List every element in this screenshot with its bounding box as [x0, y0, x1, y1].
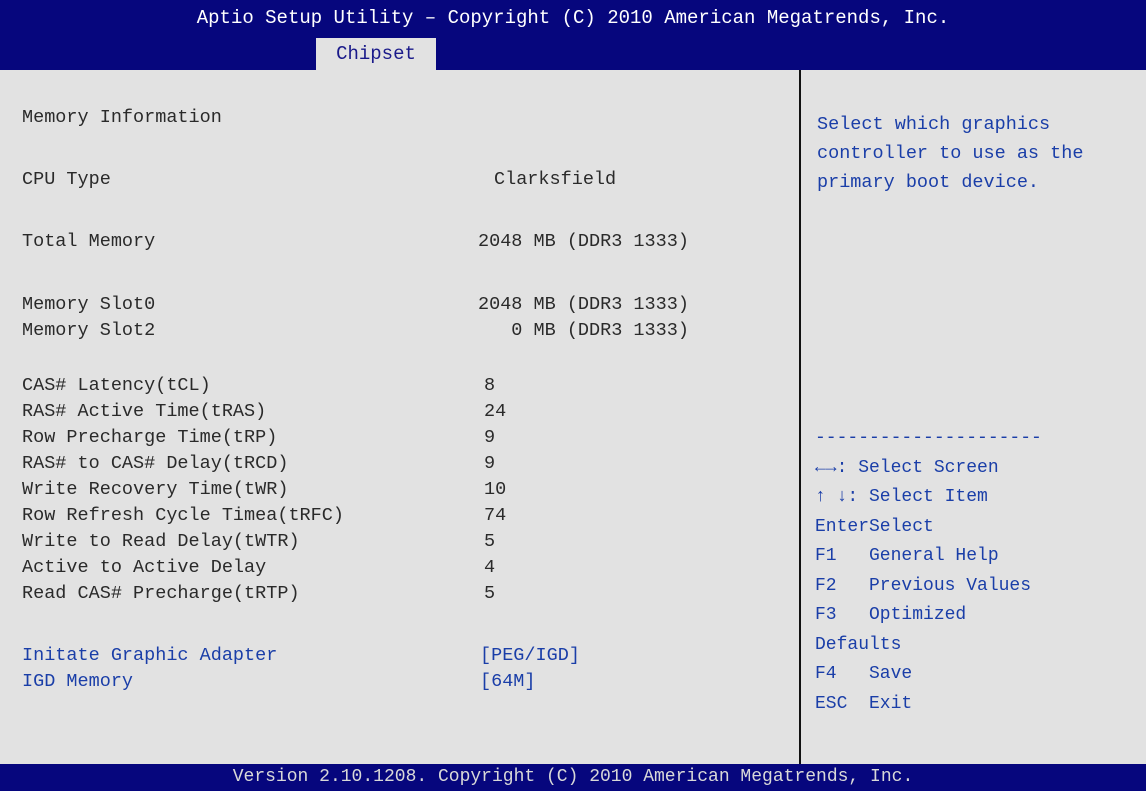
- info-row-total-memory: Total Memory 2048 MB (DDR3 1333): [4, 229, 689, 255]
- timing-row: Active to Active Delay 4: [4, 555, 495, 581]
- info-value: 2048 MB (DDR3 1333): [478, 231, 689, 252]
- timing-value: 24: [484, 401, 507, 422]
- timing-label: RAS# Active Time(tRAS): [22, 401, 267, 422]
- timing-row: Row Refresh Cycle Timea(tRFC) 74: [4, 503, 506, 529]
- key-f4-save: F4 Save: [815, 664, 913, 684]
- help-description: Select which graphics controller to use …: [817, 114, 1084, 193]
- section-title-row: Memory Information: [4, 105, 222, 131]
- timing-row: CAS# Latency(tCL) 8: [4, 373, 495, 399]
- app-title: Aptio Setup Utility – Copyright (C) 2010…: [196, 7, 950, 29]
- header-bar: Aptio Setup Utility – Copyright (C) 2010…: [0, 0, 1146, 70]
- timing-value: 10: [484, 479, 507, 500]
- timing-value: 9: [484, 427, 496, 448]
- timing-label: Write Recovery Time(tWR): [22, 479, 289, 500]
- timing-label: Write to Read Delay(tWTR): [22, 531, 300, 552]
- info-value: 0 MB (DDR3 1333): [478, 320, 689, 341]
- timing-row: Write to Read Delay(tWTR) 5: [4, 529, 495, 555]
- option-label[interactable]: IGD Memory: [22, 669, 133, 695]
- info-label: Memory Slot2: [22, 320, 156, 341]
- key-legend: --------------------- ←→: Select Screen …: [815, 424, 1145, 719]
- option-label[interactable]: Initate Graphic Adapter: [22, 643, 277, 669]
- key-f3-defaults: Defaults: [815, 634, 902, 655]
- timing-row: RAS# Active Time(tRAS) 24: [4, 399, 506, 425]
- option-igd-memory[interactable]: IGD Memory [64M]: [4, 669, 536, 695]
- option-value[interactable]: [64M]: [480, 669, 536, 695]
- key-select-screen: ←→: Select Screen: [815, 457, 999, 478]
- timing-row: RAS# to CAS# Delay(tRCD) 9: [4, 451, 495, 477]
- key-f2-previous-values: F2 Previous Values: [815, 575, 1032, 596]
- timing-row: Read CAS# Precharge(tRTP) 5: [4, 581, 495, 607]
- info-label: Total Memory: [22, 231, 156, 252]
- key-enter-select: EnterSelect: [815, 516, 934, 537]
- timing-label: Row Refresh Cycle Timea(tRFC): [22, 505, 344, 526]
- timing-label: Active to Active Delay: [22, 557, 267, 578]
- key-select-item: ↑ ↓: Select Item: [815, 487, 988, 507]
- help-panel: Select which graphics controller to use …: [801, 70, 1146, 764]
- section-title: Memory Information: [22, 107, 222, 128]
- info-value: Clarksfield: [494, 169, 617, 190]
- timing-row: Write Recovery Time(tWR) 10: [4, 477, 506, 503]
- info-row-memory-slot2: Memory Slot2 0 MB (DDR3 1333): [4, 318, 689, 344]
- timing-label: RAS# to CAS# Delay(tRCD): [22, 453, 289, 474]
- timing-value: 9: [484, 453, 496, 474]
- main-panel: Memory Information CPU Type Clarksfield …: [4, 70, 798, 764]
- info-row-cpu-type: CPU Type Clarksfield: [4, 167, 616, 193]
- timing-value: 4: [484, 557, 496, 578]
- info-row-memory-slot0: Memory Slot0 2048 MB (DDR3 1333): [4, 292, 689, 318]
- timing-label: Row Precharge Time(tRP): [22, 427, 278, 448]
- timing-value: 5: [484, 583, 496, 604]
- info-label: CPU Type: [22, 169, 111, 190]
- key-f1-general-help: F1 General Help: [815, 546, 999, 566]
- key-esc-exit: ESC Exit: [815, 693, 913, 714]
- timing-row: Row Precharge Time(tRP) 9: [4, 425, 495, 451]
- timing-value: 74: [484, 505, 507, 526]
- info-label: Memory Slot0: [22, 294, 156, 315]
- help-separator: ---------------------: [815, 428, 1042, 448]
- option-initiate-graphic-adapter[interactable]: Initate Graphic Adapter [PEG/IGD]: [4, 643, 580, 669]
- key-f3-optimized: F3 Optimized: [815, 605, 967, 625]
- option-value[interactable]: [PEG/IGD]: [480, 643, 580, 669]
- timing-value: 5: [484, 531, 496, 552]
- timing-label: Read CAS# Precharge(tRTP): [22, 583, 300, 604]
- footer-version: Version 2.10.1208. Copyright (C) 2010 Am…: [0, 764, 1146, 791]
- timing-value: 8: [484, 375, 496, 396]
- tab-chipset[interactable]: Chipset: [316, 38, 436, 70]
- info-value: 2048 MB (DDR3 1333): [478, 294, 689, 315]
- timing-label: CAS# Latency(tCL): [22, 375, 211, 396]
